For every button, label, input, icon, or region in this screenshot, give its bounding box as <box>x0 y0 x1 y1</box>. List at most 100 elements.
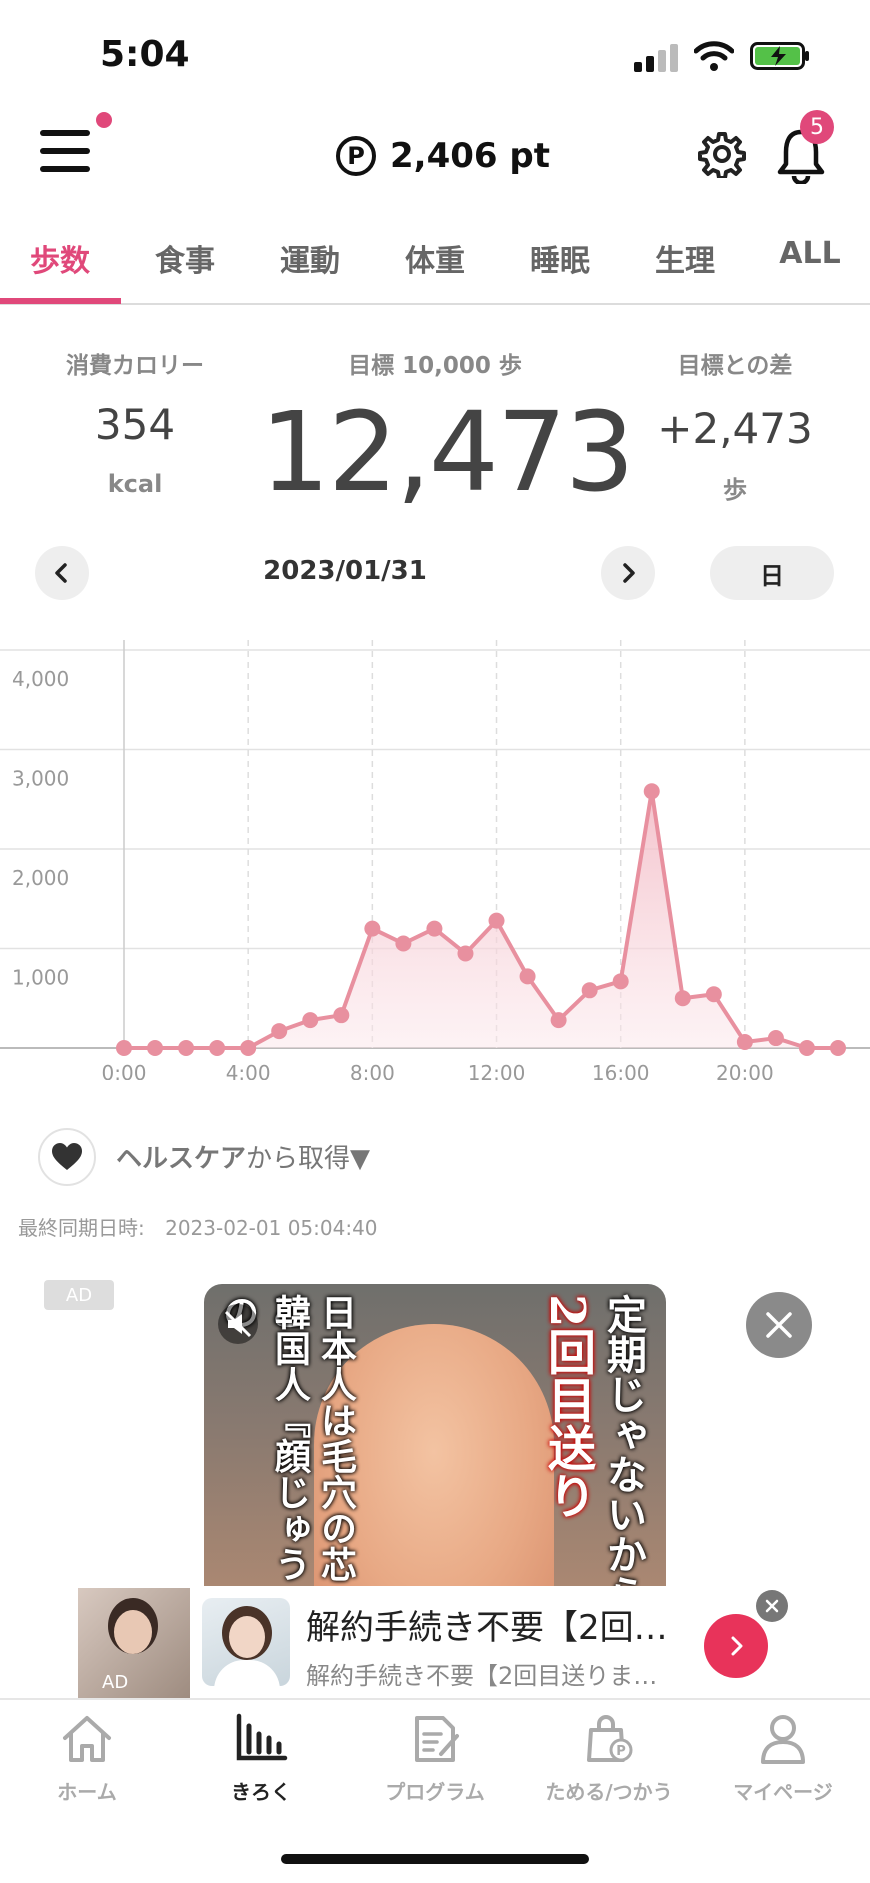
data-point <box>333 1007 350 1024</box>
ad-banner-image[interactable] <box>202 1598 290 1686</box>
gear-icon[interactable] <box>698 130 746 178</box>
tab-divider <box>0 303 870 305</box>
data-point <box>705 986 722 1003</box>
data-point <box>488 912 505 929</box>
data-point <box>798 1040 815 1056</box>
data-point <box>302 1012 319 1029</box>
notification-badge: 5 <box>800 110 834 144</box>
current-date: 2023/01/31 <box>263 556 427 586</box>
nav-points-label: ためる/つかう <box>545 1780 673 1804</box>
tab-all[interactable]: ALL <box>755 236 865 271</box>
ad-video-caption-right: 定期じゃないから <box>600 1294 647 1614</box>
goal-diff-unit: 歩 <box>723 476 747 504</box>
chevron-left-icon <box>55 563 67 583</box>
steps-area <box>124 791 838 1048</box>
ad-video-caption-right-2: 2回目送り <box>539 1294 595 1520</box>
data-point <box>674 990 691 1007</box>
shopping-bag-icon: P <box>587 1715 633 1762</box>
nav-home-label: ホーム <box>57 1780 117 1804</box>
home-indicator <box>281 1854 589 1864</box>
healthcare-button[interactable] <box>38 1128 96 1186</box>
status-time: 5:04 <box>100 34 190 75</box>
y-tick-label: 4,000 <box>12 667 69 691</box>
previous-date-button[interactable] <box>35 546 89 600</box>
ad-badge: AD <box>44 1280 114 1310</box>
ad-close-button[interactable] <box>746 1292 812 1358</box>
ad-banner-open-button[interactable] <box>704 1614 768 1678</box>
data-point <box>209 1040 226 1056</box>
active-tab-indicator <box>0 298 121 304</box>
healthcare-source-name: ヘルスケア <box>116 1144 247 1174</box>
healthcare-source-suffix: から取得▼ <box>246 1144 371 1174</box>
x-tick-label: 4:00 <box>226 1061 271 1080</box>
data-point <box>395 935 412 952</box>
data-point <box>147 1040 164 1056</box>
tab-weight[interactable]: 体重 <box>380 236 490 280</box>
nav-program-label: プログラム <box>385 1780 485 1804</box>
last-sync-info: 最終同期日時: 2023-02-01 05:04:40 <box>18 1212 378 1241</box>
points-display[interactable]: P 2,406 pt <box>336 130 550 182</box>
category-tabs: 歩数 食事 運動 体重 睡眠 生理 ALL <box>0 232 870 304</box>
data-point <box>457 945 474 962</box>
last-sync-time: 2023-02-01 05:04:40 <box>165 1216 378 1240</box>
ad-banner-title[interactable]: 解約手続き不要【2回… <box>306 1600 696 1649</box>
data-point <box>581 982 598 999</box>
home-icon <box>63 1716 111 1762</box>
bar-chart-icon <box>236 1713 288 1761</box>
menu-icon[interactable] <box>40 130 92 174</box>
nav-points[interactable]: P ためる/つかう <box>522 1712 696 1805</box>
data-point <box>271 1023 288 1040</box>
nav-records[interactable]: きろく <box>174 1712 348 1805</box>
calories-label: 消費カロリー <box>66 353 204 379</box>
wifi-icon <box>694 41 734 71</box>
battery-icon <box>750 42 809 70</box>
goal-label: 目標 10,000 歩 <box>348 353 522 379</box>
ad-banner-thumbnail[interactable]: AD <box>78 1588 190 1698</box>
tab-steps[interactable]: 歩数 <box>5 236 115 280</box>
steps-chart: 4,000 3,000 2,000 1,000 0:00 4:00 8:00 12:00 16:… <box>0 640 870 1080</box>
healthcare-source-dropdown[interactable]: ヘルスケアから取得▼ <box>116 1138 370 1175</box>
ad-video[interactable]: 定期じゃないから 2回目送り 日本人は毛穴の芯と 韓国人『顔じゅうの <box>204 1284 666 1614</box>
tab-meals[interactable]: 食事 <box>130 236 240 280</box>
ad-banner-close-button[interactable] <box>756 1590 788 1622</box>
nav-mypage-label: マイページ <box>733 1780 833 1804</box>
nav-home[interactable]: ホーム <box>0 1712 174 1805</box>
ad-thumbnail-badge: AD <box>102 1672 129 1693</box>
x-tick-label: 20:00 <box>716 1061 774 1080</box>
nav-records-label: きろく <box>231 1780 291 1804</box>
goal-diff-label: 目標との差 <box>677 353 793 379</box>
period-selector[interactable]: 日 <box>710 546 834 600</box>
last-sync-label: 最終同期日時: <box>18 1216 145 1240</box>
data-point <box>550 1012 567 1029</box>
nav-mypage[interactable]: マイページ <box>696 1712 870 1805</box>
x-tick-label: 12:00 <box>468 1061 526 1080</box>
data-point <box>767 1030 784 1047</box>
chevron-right-icon <box>731 1636 743 1656</box>
points-icon: P <box>336 136 376 176</box>
data-point <box>643 783 660 800</box>
tab-exercise[interactable]: 運動 <box>255 236 365 280</box>
data-point <box>736 1034 753 1051</box>
tab-sleep[interactable]: 睡眠 <box>505 236 615 280</box>
data-point <box>426 920 443 937</box>
data-point <box>240 1040 257 1056</box>
x-tick-label: 8:00 <box>350 1061 395 1080</box>
bottom-nav-divider <box>0 1698 870 1700</box>
tab-period[interactable]: 生理 <box>630 236 740 280</box>
y-tick-label: 1,000 <box>12 966 69 990</box>
close-icon <box>765 1599 779 1613</box>
document-icon <box>415 1716 459 1762</box>
nav-program[interactable]: プログラム <box>348 1712 522 1805</box>
next-date-button[interactable] <box>601 546 655 600</box>
goal-diff-value: +2,473 <box>657 404 813 453</box>
heart-icon <box>52 1143 82 1170</box>
person-icon <box>761 1715 805 1764</box>
ad-banner-subtitle[interactable]: 解約手続き不要【2回目送りま… <box>306 1656 706 1691</box>
mute-icon[interactable] <box>216 1302 260 1346</box>
svg-text:P: P <box>616 1744 626 1759</box>
data-point <box>116 1040 132 1056</box>
x-tick-label: 0:00 <box>102 1061 147 1080</box>
calories-value: 354 <box>94 400 176 449</box>
data-point <box>830 1040 846 1056</box>
points-value: 2,406 pt <box>390 136 550 176</box>
